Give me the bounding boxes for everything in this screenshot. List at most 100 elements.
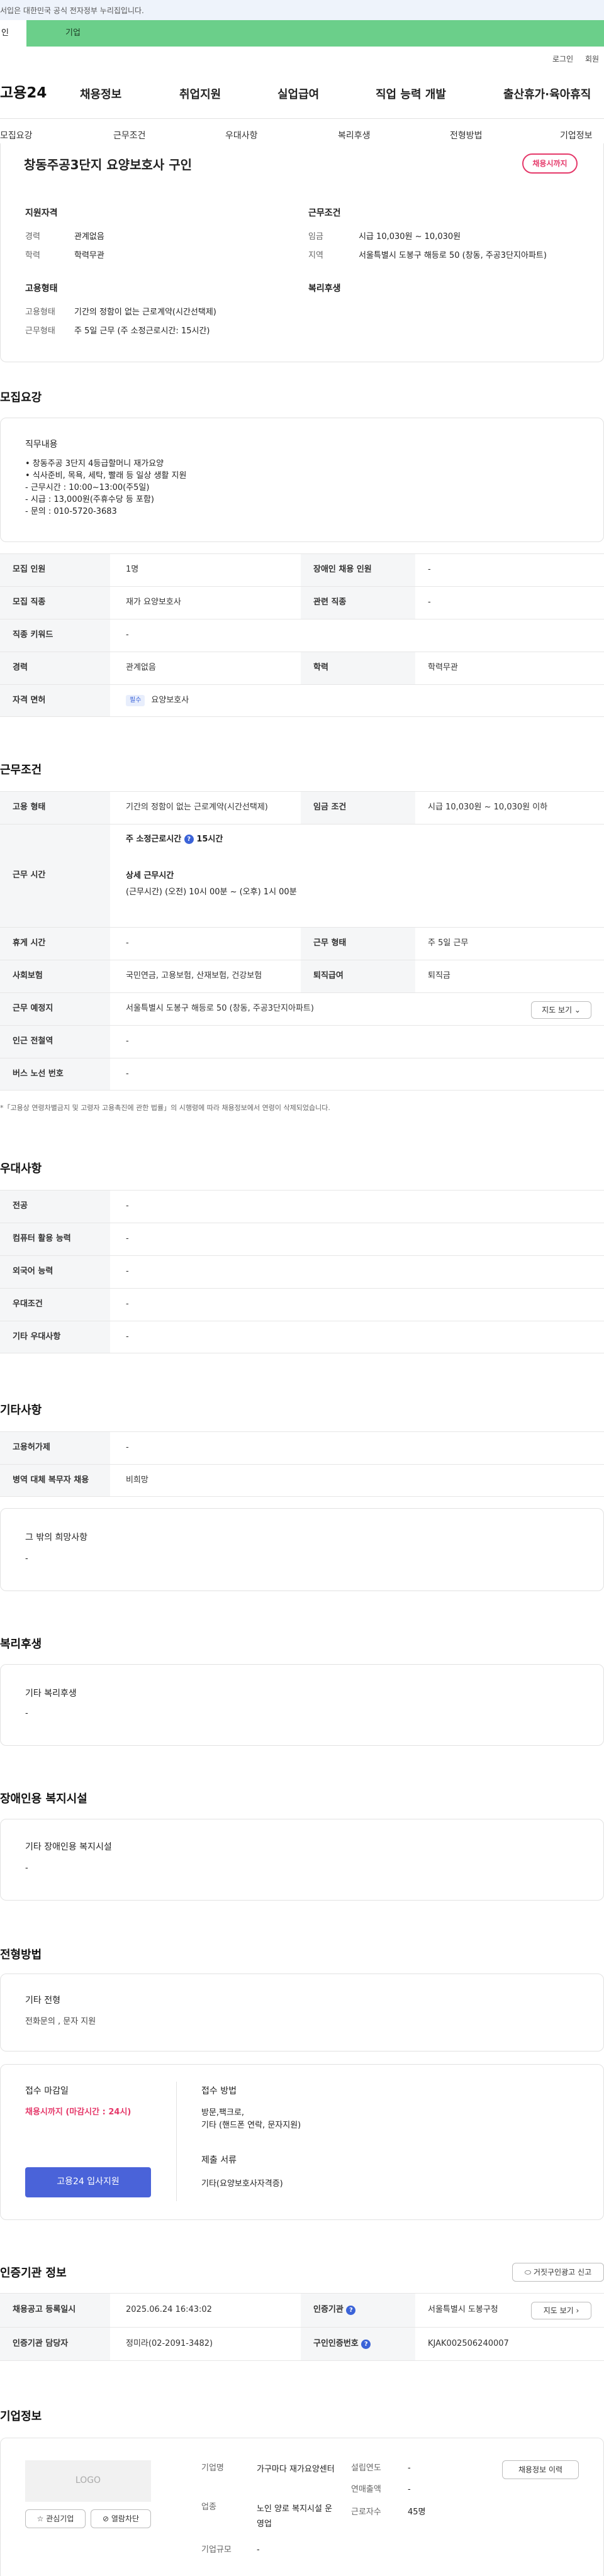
wage-value: 시급 10,030원 ~ 10,030원 bbox=[359, 232, 461, 242]
tab-corporate[interactable]: 기업 bbox=[26, 20, 604, 47]
lnb-company[interactable]: 기업정보 bbox=[560, 130, 593, 143]
worktype-label: 근무형태 bbox=[25, 326, 55, 336]
emp-title: 고용형태 bbox=[25, 284, 58, 294]
welfare-title: 복리후생 bbox=[308, 284, 341, 294]
map-button-label: 지도 보기 bbox=[542, 1005, 573, 1014]
td-subway: - bbox=[126, 1036, 129, 1046]
deadline-title: 접수 마감일 bbox=[25, 2086, 69, 2096]
block-icon: ⊘ bbox=[102, 2514, 109, 2523]
detail-hours-value: (근무시간) (오전) 10시 00분 ~ (오후) 1시 00분 bbox=[126, 887, 297, 897]
td-place: 서울특별시 도봉구 해등로 50 (창동, 주공3단지아파트) bbox=[126, 1004, 314, 1014]
info-icon[interactable]: ? bbox=[361, 2339, 371, 2349]
agency-map-button[interactable]: 지도 보기 › bbox=[531, 2302, 591, 2319]
site-logo[interactable]: 고용24 bbox=[0, 83, 47, 103]
info-icon[interactable]: ? bbox=[346, 2306, 356, 2315]
report-button-label: 거짓구인광고 신고 bbox=[533, 2267, 592, 2277]
table-row: 경력 관계없음 학력 학력무관 bbox=[0, 652, 604, 684]
wish-title: 그 밖의 희망사항 bbox=[25, 1533, 88, 1543]
th-military: 병역 대체 복무자 채용 bbox=[0, 1465, 110, 1496]
map-button[interactable]: 지도 보기 ⌄ bbox=[531, 1001, 591, 1019]
wish-value: - bbox=[25, 1554, 28, 1563]
docs-title: 제출 서류 bbox=[201, 2155, 237, 2165]
table-row: 인근 전철역 - bbox=[0, 1025, 604, 1058]
user-type-tabs: 인 기업 bbox=[0, 20, 604, 47]
chevron-right-icon: › bbox=[576, 2306, 579, 2315]
gov-notice-text: 서입은 대한민국 공식 전자정부 누리집입니다. bbox=[0, 6, 144, 15]
apply-button[interactable]: 고용24 입사지원 bbox=[25, 2167, 151, 2197]
th-subway: 인근 전철역 bbox=[0, 1026, 110, 1058]
year-value: - bbox=[408, 2463, 411, 2473]
th-disabled: 장애인 채용 인원 bbox=[301, 554, 415, 586]
th-position: 모집 직종 bbox=[0, 587, 110, 619]
jobs-history-button[interactable]: 채용정보 이력 bbox=[502, 2460, 579, 2479]
tab-individual[interactable]: 인 bbox=[0, 20, 26, 47]
name-label: 기업명 bbox=[201, 2463, 224, 2473]
gnb-item-parental-leave[interactable]: 출산휴가·육아휴직 bbox=[503, 87, 591, 103]
method-title: 접수 방법 bbox=[201, 2086, 237, 2096]
license-value: 요양보호사 bbox=[151, 695, 189, 705]
td-career: 관계없음 bbox=[126, 663, 156, 673]
info-icon[interactable]: ? bbox=[184, 835, 194, 844]
duty-text: • 창동주공 3단지 4등급할머니 재가요양 • 식사준비, 목욕, 세탁, 빨… bbox=[25, 459, 187, 516]
td-related: - bbox=[428, 597, 431, 608]
td-form: 주 5일 근무 bbox=[428, 938, 469, 948]
table-row: 근무 예정지 서울특별시 도봉구 해등로 50 (창동, 주공3단지아파트) bbox=[0, 992, 604, 1025]
table-row: 병역 대체 복무자 채용 비희망 bbox=[0, 1464, 604, 1497]
divider bbox=[176, 2082, 177, 2201]
gnb-item-training[interactable]: 직업 능력 개발 bbox=[376, 87, 446, 103]
chevron-down-icon: ⌄ bbox=[574, 1005, 581, 1014]
td-permit: - bbox=[126, 1443, 129, 1453]
cond-title: 근무조건 bbox=[308, 208, 341, 218]
td-language: - bbox=[126, 1267, 129, 1277]
td-edu: 학력무관 bbox=[428, 663, 458, 673]
status-badge: 채용시까지 bbox=[522, 153, 578, 174]
td-agency: 서울특별시 도봉구청 bbox=[428, 2305, 498, 2315]
gnb-item-unemployment[interactable]: 실업급여 bbox=[277, 87, 319, 103]
td-bus: - bbox=[126, 1069, 129, 1079]
table-row: 고용 형태 기간의 정함이 없는 근로계약(시간선택제) 임금 조건 시급 10… bbox=[0, 791, 604, 824]
emptype-value: 기간의 정함이 없는 근로계약(시간선택제) bbox=[74, 308, 216, 317]
other-selection-value: 전화문의 , 문자 지원 bbox=[25, 2017, 96, 2026]
th-rest: 휴게 시간 bbox=[0, 928, 110, 960]
td-military: 비희망 bbox=[126, 1475, 148, 1485]
section-title-other: 기타사항 bbox=[0, 1404, 42, 1417]
table-row: 직종 키워드 - bbox=[0, 619, 604, 652]
section-title-disability: 장애인용 복지시설 bbox=[0, 1792, 87, 1806]
login-link[interactable]: 로그인 bbox=[552, 54, 573, 65]
agency-map-label: 지도 보기 bbox=[543, 2306, 574, 2315]
gnb-item-jobs[interactable]: 채용정보 bbox=[80, 87, 121, 103]
td-position: 재가 요양보호사 bbox=[126, 597, 181, 608]
welfare-title: 기타 복리후생 bbox=[25, 1689, 77, 1699]
table-row: 휴게 시간 - 근무 형태 주 5일 근무 bbox=[0, 927, 604, 960]
th-keyword: 직종 키워드 bbox=[0, 619, 110, 652]
lnb-conditions[interactable]: 근무조건 bbox=[113, 130, 146, 143]
table-row: 우대조건 - bbox=[0, 1288, 604, 1321]
gnb-item-employment-support[interactable]: 취업지원 bbox=[179, 87, 221, 103]
lnb-recruit[interactable]: 모집요강 bbox=[0, 130, 33, 143]
block-button[interactable]: ⊘ 열람차단 bbox=[91, 2509, 151, 2528]
table-row: 사회보험 국민연금, 고용보험, 산재보험, 건강보험 퇴직급여 퇴직금 bbox=[0, 960, 604, 992]
th-pref-cond: 우대조건 bbox=[0, 1289, 110, 1321]
age-note: *「고용상 연령차별금지 및 고령자 고용촉진에 관한 법률」의 시행령에 따라… bbox=[0, 1104, 330, 1112]
favorite-button[interactable]: ☆ 관심기업 bbox=[25, 2509, 86, 2528]
qual-title: 지원자격 bbox=[25, 208, 58, 218]
company-logo: LOGO bbox=[25, 2460, 151, 2502]
td-emptype: 기간의 정함이 없는 근로계약(시간선택제) bbox=[126, 802, 268, 813]
report-button[interactable]: ⬭ 거짓구인광고 신고 bbox=[512, 2263, 604, 2282]
th-career: 경력 bbox=[0, 652, 110, 684]
table-row: 채용공고 등록일시 2025.06.24 16:43:02 인증기관 ? 서울특… bbox=[0, 2293, 604, 2327]
block-label: 열람차단 bbox=[111, 2514, 140, 2523]
career-value: 관계없음 bbox=[74, 232, 104, 242]
duty-title: 직무내용 bbox=[25, 440, 58, 450]
star-icon: ☆ bbox=[36, 2514, 44, 2523]
signup-link[interactable]: 회원 bbox=[585, 54, 599, 65]
td-license: 필수 요양보호사 bbox=[113, 685, 604, 716]
td-insurance: 국민연금, 고용보험, 산재보험, 건강보험 bbox=[126, 971, 262, 981]
section-title-welfare: 복리후생 bbox=[0, 1638, 42, 1651]
th-reg: 채용공고 등록일시 bbox=[0, 2294, 110, 2327]
other-selection-title: 기타 전형 bbox=[25, 1996, 60, 2006]
th-place: 근무 예정지 bbox=[0, 993, 110, 1025]
lnb-selection[interactable]: 전형방법 bbox=[450, 130, 483, 143]
lnb-welfare[interactable]: 복리후생 bbox=[338, 130, 371, 143]
lnb-preference[interactable]: 우대사항 bbox=[225, 130, 258, 143]
